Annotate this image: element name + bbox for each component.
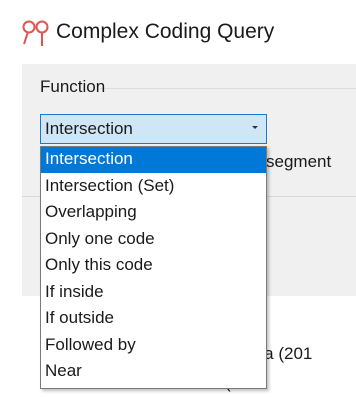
option-if-inside[interactable]: If inside — [41, 280, 266, 306]
function-select[interactable]: Intersection — [40, 114, 267, 144]
option-only-one-code[interactable]: Only one code — [41, 227, 266, 253]
function-select-value: Intersection — [45, 119, 133, 138]
option-intersection-set[interactable]: Intersection (Set) — [41, 174, 266, 200]
option-overlapping[interactable]: Overlapping — [41, 200, 266, 226]
chevron-down-icon[interactable] — [252, 126, 258, 129]
function-dropdown-list[interactable]: Intersection Intersection (Set) Overlapp… — [40, 146, 267, 389]
background-segment-text: segment — [266, 152, 332, 171]
option-if-outside[interactable]: If outside — [41, 306, 266, 332]
option-intersection[interactable]: Intersection — [41, 147, 266, 173]
function-group-label: Function — [40, 77, 106, 96]
complex-coding-query-window: Complex Coding Query Function Intersecti… — [0, 0, 356, 397]
group-divider — [100, 88, 356, 89]
option-near[interactable]: Near — [41, 359, 266, 385]
option-only-this-code[interactable]: Only this code — [41, 253, 266, 279]
complex-coding-query-icon — [22, 20, 49, 46]
title-bar: Complex Coding Query — [0, 0, 356, 64]
option-followed-by[interactable]: Followed by — [41, 333, 266, 359]
window-title: Complex Coding Query — [56, 20, 275, 43]
